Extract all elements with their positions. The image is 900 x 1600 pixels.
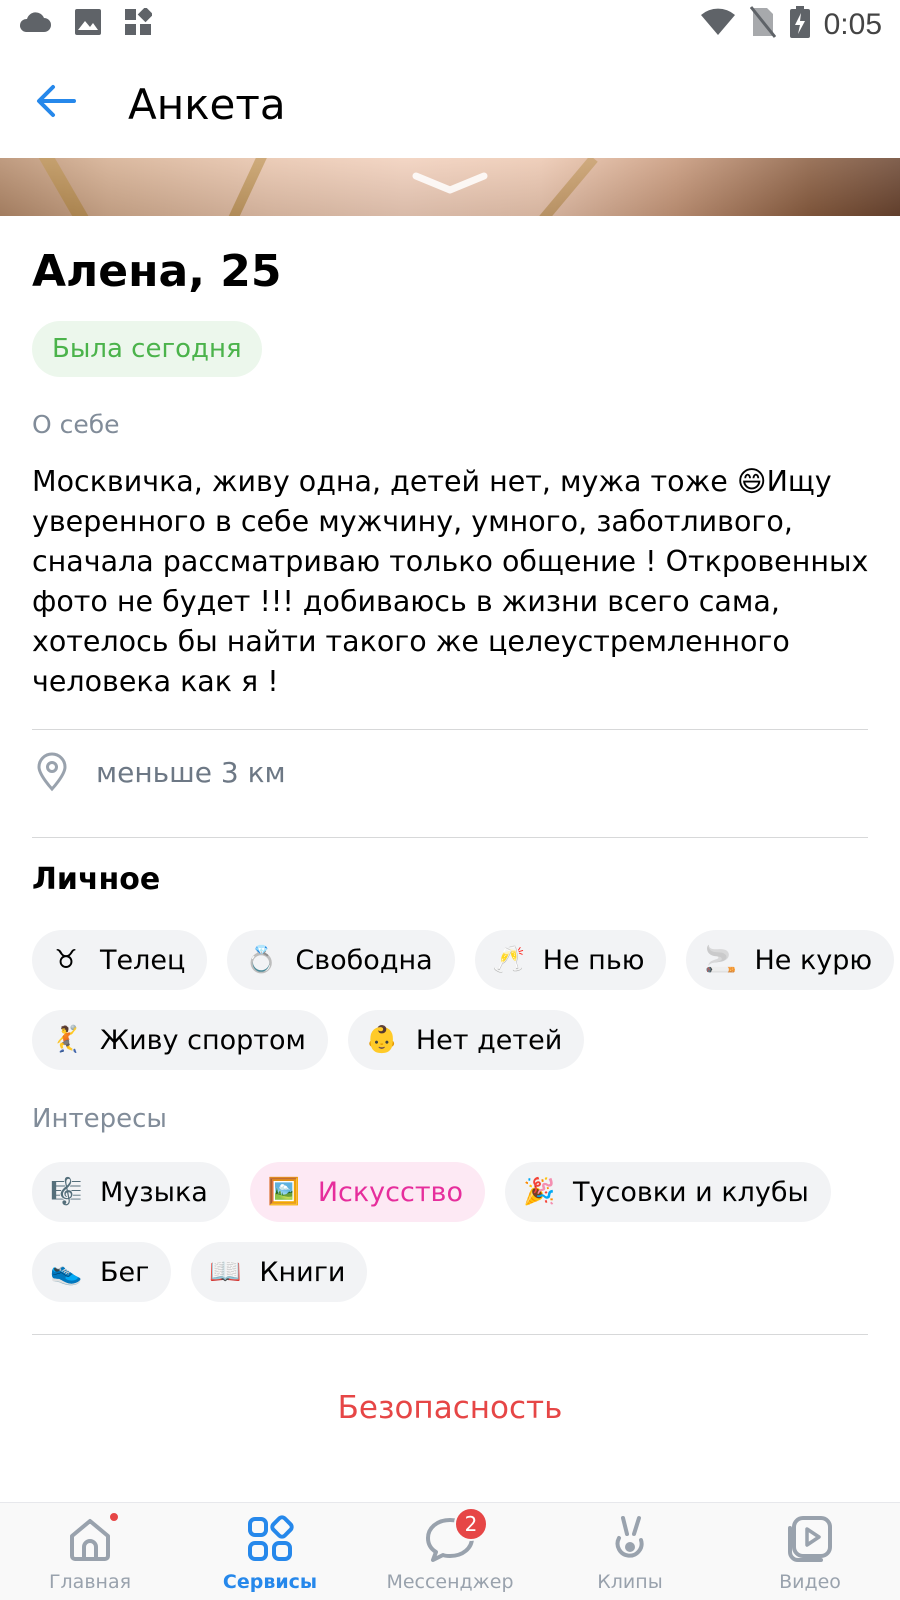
bottom-nav: Главная Сервисы 2 Мессенджер Клипы Видео xyxy=(0,1502,900,1600)
unread-badge: 2 xyxy=(454,1507,488,1541)
nav-video[interactable]: Видео xyxy=(720,1503,900,1600)
cigarette-icon: 🚬 xyxy=(704,945,737,975)
nav-label: Сервисы xyxy=(222,1571,318,1593)
chip-zodiac[interactable]: ♉ Телец xyxy=(32,930,208,990)
location-pin-icon xyxy=(32,752,72,792)
online-status-badge: Была сегодня xyxy=(32,321,262,377)
chip-label: Книги xyxy=(259,1256,346,1288)
nav-messenger[interactable]: 2 Мессенджер xyxy=(360,1503,540,1600)
nav-home[interactable]: Главная xyxy=(0,1503,180,1600)
divider xyxy=(32,1334,868,1335)
open-book-icon: 📖 xyxy=(209,1257,242,1287)
divider xyxy=(32,837,868,838)
nav-label: Видео xyxy=(779,1571,841,1593)
profile-photo[interactable] xyxy=(0,158,900,216)
back-button[interactable] xyxy=(28,78,84,128)
personal-chips-row-2: 🤾 Живу спортом 👶 Нет детей xyxy=(32,1010,585,1070)
chip-label: Живу спортом xyxy=(100,1024,306,1056)
framed-picture-icon: 🖼️ xyxy=(267,1177,301,1207)
interests-chips-row-2: 👟 Бег 📖 Книги xyxy=(32,1242,368,1302)
status-bar: 0:05 xyxy=(0,0,900,50)
apps-icon xyxy=(124,6,154,41)
nav-label: Клипы xyxy=(597,1571,663,1593)
champagne-icon: 🥂 xyxy=(492,945,526,975)
interests-label: Интересы xyxy=(32,1104,167,1134)
taurus-icon: ♉ xyxy=(54,945,78,975)
chip-label: Не курю xyxy=(754,944,873,976)
cloud-icon xyxy=(18,10,52,39)
no-sim-icon xyxy=(749,6,776,43)
services-icon xyxy=(242,1511,298,1567)
status-time: 0:05 xyxy=(823,7,882,41)
chip-relationship[interactable]: 💍 Свободна xyxy=(227,930,455,990)
chip-drinking[interactable]: 🥂 Не пью xyxy=(474,930,667,990)
chip-label: Музыка xyxy=(100,1176,208,1208)
video-icon xyxy=(782,1511,838,1567)
chip-children[interactable]: 👶 Нет детей xyxy=(347,1010,585,1070)
baby-icon: 👶 xyxy=(365,1025,399,1055)
interests-chips-row-1: 🎼 Музыка 🖼️ Искусство 🎉 Тусовки и клубы xyxy=(32,1162,831,1222)
chip-books[interactable]: 📖 Книги xyxy=(191,1242,368,1302)
nav-services[interactable]: Сервисы xyxy=(180,1503,360,1600)
chip-parties[interactable]: 🎉 Тусовки и клубы xyxy=(505,1162,831,1222)
clips-icon xyxy=(602,1511,658,1567)
party-popper-icon: 🎉 xyxy=(523,1177,556,1207)
chip-label: Свободна xyxy=(295,944,433,976)
personal-chips-row-1: ♉ Телец 💍 Свободна 🥂 Не пью 🚬 Не курю xyxy=(32,930,895,990)
distance-text: меньше 3 км xyxy=(96,755,286,789)
safety-button[interactable]: Безопасность xyxy=(0,1390,900,1426)
sneaker-icon: 👟 xyxy=(50,1257,83,1287)
chip-label: Тусовки и клубы xyxy=(573,1176,809,1208)
personal-section-title: Личное xyxy=(32,862,161,897)
location-row: меньше 3 км xyxy=(32,752,286,792)
header: Анкета xyxy=(0,50,900,158)
arrow-left-icon xyxy=(36,84,76,123)
handball-icon: 🤾 xyxy=(50,1025,83,1055)
chip-music[interactable]: 🎼 Музыка xyxy=(32,1162,230,1222)
chip-art[interactable]: 🖼️ Искусство xyxy=(249,1162,485,1222)
page-title: Анкета xyxy=(128,80,286,129)
chip-label: Нет детей xyxy=(415,1024,563,1056)
profile-name: Алена, 25 xyxy=(32,246,282,297)
chip-label: Телец xyxy=(100,944,186,976)
chip-label: Бег xyxy=(100,1256,150,1288)
battery-charging-icon xyxy=(789,6,810,43)
chip-sport[interactable]: 🤾 Живу спортом xyxy=(32,1010,328,1070)
nav-clips[interactable]: Клипы xyxy=(540,1503,720,1600)
chip-label: Искусство xyxy=(317,1176,463,1208)
nav-label: Главная xyxy=(48,1571,132,1593)
about-text: Москвичка, живу одна, детей нет, мужа то… xyxy=(32,465,869,698)
chevron-down-icon[interactable] xyxy=(410,168,490,198)
musical-score-icon: 🎼 xyxy=(50,1177,83,1207)
divider xyxy=(32,729,868,730)
ring-icon: 💍 xyxy=(245,945,278,975)
image-icon xyxy=(74,8,102,41)
notification-dot xyxy=(108,1511,120,1523)
nav-label: Мессенджер xyxy=(386,1571,514,1593)
chip-smoking[interactable]: 🚬 Не курю xyxy=(686,930,895,990)
wifi-icon xyxy=(700,7,736,42)
chip-label: Не пью xyxy=(542,944,645,976)
chip-running[interactable]: 👟 Бег xyxy=(32,1242,172,1302)
about-label: О себе xyxy=(32,410,120,439)
